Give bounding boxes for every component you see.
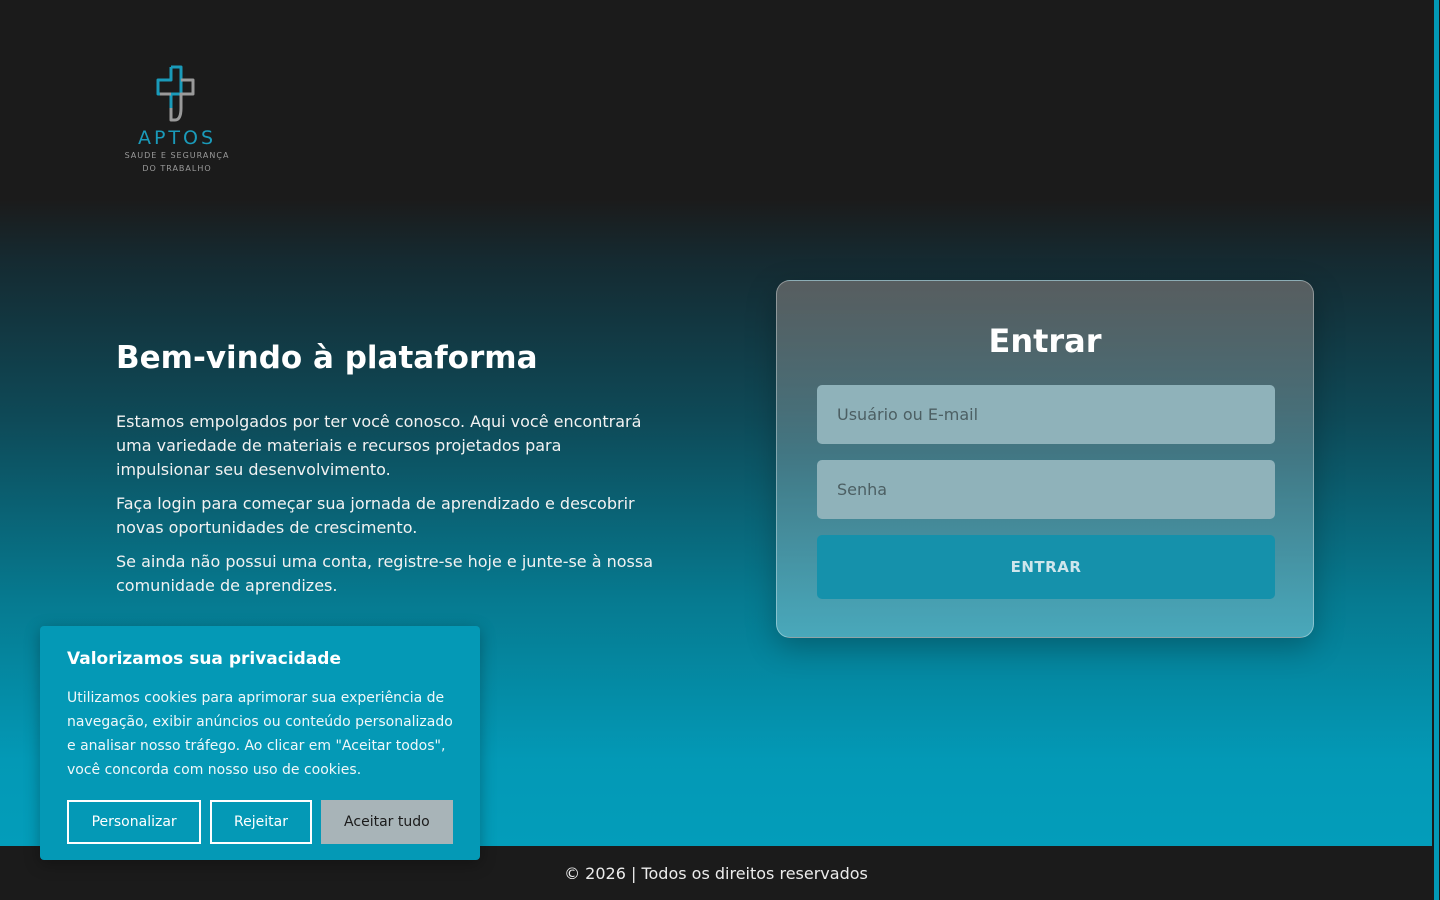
welcome-paragraph-3: Se ainda não possui uma conta, registre-… <box>116 552 654 595</box>
cookie-title: Valorizamos sua privacidade <box>67 649 342 669</box>
footer-text: 2026 | Todos os direitos reservados <box>585 863 868 883</box>
cookie-text: Utilizamos cookies para aprimorar sua ex… <box>67 690 453 778</box>
scrollbar-thumb[interactable] <box>1434 0 1439 900</box>
login-title: Entrar <box>988 322 1102 360</box>
password-input[interactable] <box>817 460 1275 519</box>
welcome-paragraph-1: Estamos empolgados por ter você conosco.… <box>116 412 642 479</box>
logo-tagline-1: SAUDE E SEGURANÇA <box>124 151 230 160</box>
cookie-banner: Valorizamos sua privacidade Utilizamos c… <box>40 626 480 860</box>
cookie-accept-button[interactable]: Aceitar tudo <box>320 800 453 844</box>
logo-tagline-2: DO TRABALHO <box>142 164 212 173</box>
cookie-reject-button[interactable]: Rejeitar <box>210 800 312 844</box>
logo-name: APTOS <box>137 127 217 149</box>
medical-cross-icon <box>156 65 195 122</box>
login-form: Entrar ENTRAR <box>776 280 1314 638</box>
username-input[interactable] <box>817 385 1275 444</box>
brand-logo: APTOS SAUDE E SEGURANÇA DO TRABALHO <box>116 64 238 174</box>
cookie-customize-button[interactable]: Personalizar <box>67 800 202 844</box>
welcome-title: Bem-vindo à plataforma <box>116 340 538 376</box>
welcome-section: Bem-vindo à plataforma Estamos empolgado… <box>116 336 656 608</box>
cookie-actions: Personalizar Rejeitar Aceitar tudo <box>67 800 453 844</box>
copyright-icon: © <box>564 863 581 883</box>
welcome-paragraph-2: Faça login para começar sua jornada de a… <box>116 494 635 537</box>
login-button[interactable]: ENTRAR <box>817 535 1275 599</box>
scrollbar[interactable] <box>1432 0 1440 900</box>
